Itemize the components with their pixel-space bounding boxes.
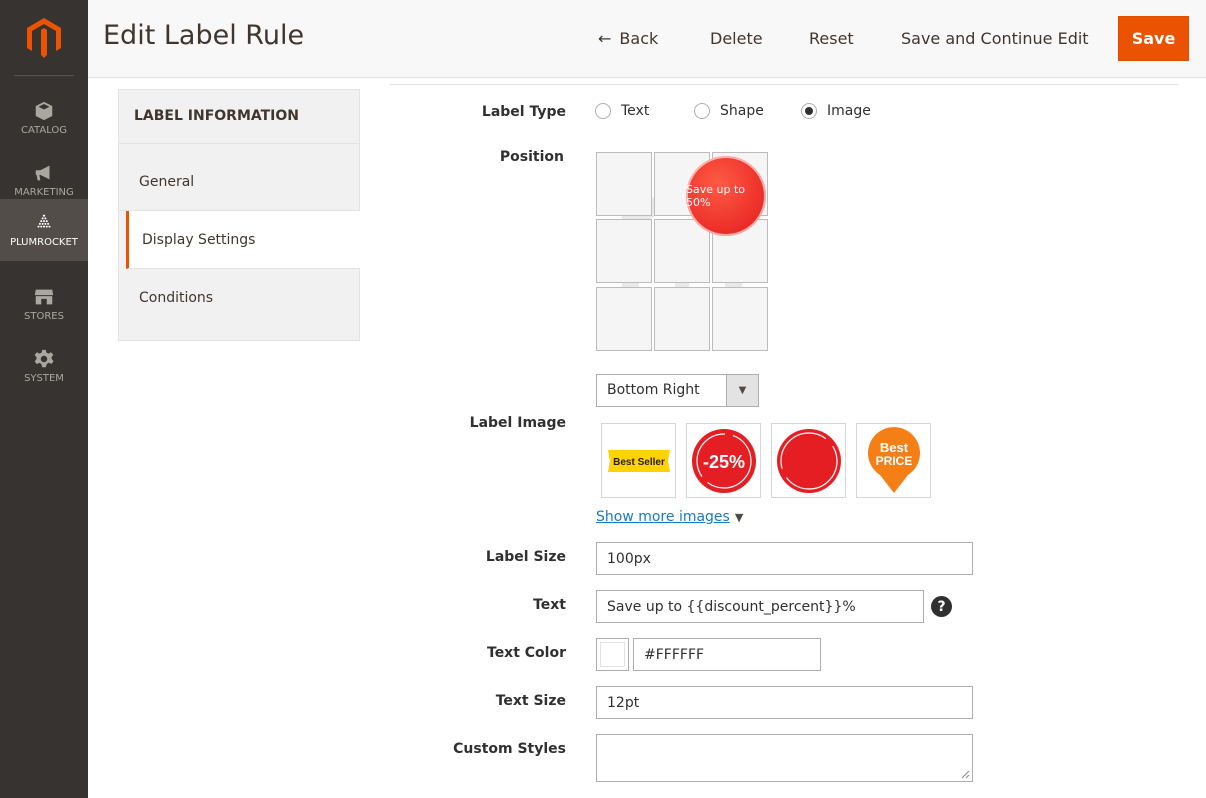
nav-item-catalog[interactable]: CATALOG <box>0 87 88 149</box>
nav-item-stores[interactable]: STORES <box>0 273 88 335</box>
radio-image-label: Image <box>827 103 871 119</box>
label-image-option-best-price[interactable]: Best PRICE <box>856 423 931 498</box>
label-text-input[interactable] <box>596 590 924 623</box>
admin-sidebar: CATALOG MARKETING PLUMROCKET STORES SYST… <box>0 0 88 798</box>
save-button[interactable]: Save <box>1118 16 1189 61</box>
custom-styles-label: Custom Styles <box>453 741 566 757</box>
label-image-option-minus-25[interactable]: -25% <box>686 423 761 498</box>
red-circle-image <box>776 428 841 493</box>
label-image-option-best-seller[interactable]: Best Seller <box>601 423 676 498</box>
tabs-title: LABEL INFORMATION <box>119 90 359 144</box>
magento-logo-icon <box>27 18 61 58</box>
position-select-value: Bottom Right <box>607 382 700 398</box>
minus-25-text: -25% <box>702 452 744 472</box>
plumrocket-icon <box>37 214 51 228</box>
text-size-label: Text Size <box>495 693 566 709</box>
magento-logo[interactable] <box>0 0 88 76</box>
position-select[interactable]: Bottom Right ▼ <box>596 374 759 407</box>
text-color-label: Text Color <box>487 645 566 661</box>
tab-conditions[interactable]: Conditions <box>119 269 359 327</box>
position-label: Position <box>499 149 564 165</box>
gear-icon <box>34 349 54 368</box>
radio-text[interactable]: Text <box>595 103 649 119</box>
best-price-line1: Best <box>879 440 908 455</box>
label-image-label: Label Image <box>469 415 566 431</box>
position-cell-bottom-right[interactable] <box>712 287 768 351</box>
show-more-images-link[interactable]: Show more images ▼ <box>596 509 743 525</box>
color-swatch-picker[interactable] <box>596 638 629 671</box>
chevron-down-icon: ▼ <box>726 375 758 406</box>
page-header: Edit Label Rule ← Back Delete Reset Save… <box>88 0 1206 78</box>
best-price-line2: PRICE <box>875 454 912 468</box>
best-seller-text: Best Seller <box>613 457 665 468</box>
megaphone-icon <box>35 165 50 181</box>
store-icon <box>34 289 54 305</box>
position-cell-bottom-left[interactable] <box>596 287 652 351</box>
arrow-left-icon: ← <box>598 28 612 48</box>
nav-label-catalog: CATALOG <box>20 125 68 136</box>
label-size-input[interactable] <box>596 542 973 575</box>
label-image-option-red-circle[interactable] <box>771 423 846 498</box>
page-title: Edit Label Rule <box>103 20 305 51</box>
radio-shape-label: Shape <box>720 103 764 119</box>
show-more-images-label: Show more images <box>596 509 730 525</box>
radio-image-circle[interactable] <box>801 103 817 119</box>
label-size-label: Label Size <box>485 549 566 565</box>
help-question-icon[interactable]: ? <box>931 596 952 617</box>
nav-label-marketing: MARKETING <box>14 187 74 198</box>
reset-button[interactable]: Reset <box>809 22 854 54</box>
position-cell-middle-center[interactable] <box>654 219 710 283</box>
text-size-input[interactable] <box>596 686 973 719</box>
best-price-image: Best PRICE <box>867 426 920 493</box>
back-button[interactable]: ← Back <box>598 22 658 54</box>
position-cell-middle-left[interactable] <box>596 219 652 283</box>
best-seller-image: Best Seller <box>607 449 670 472</box>
content-divider <box>390 84 1179 85</box>
triangle-down-icon: ▼ <box>734 511 744 524</box>
custom-styles-textarea[interactable] <box>596 734 973 782</box>
nav-label-plumrocket: PLUMROCKET <box>10 237 78 248</box>
color-swatch-fill <box>600 642 625 667</box>
nav-label-stores: STORES <box>24 311 64 322</box>
radio-text-circle[interactable] <box>595 103 611 119</box>
save-and-continue-button[interactable]: Save and Continue Edit <box>901 22 1089 54</box>
delete-button[interactable]: Delete <box>710 22 763 54</box>
position-cell-top-left[interactable] <box>596 152 652 216</box>
tab-display-settings[interactable]: Display Settings <box>126 211 360 269</box>
label-information-tabs: LABEL INFORMATION General Display Settin… <box>118 89 360 341</box>
nav-label-system: SYSTEM <box>24 373 64 384</box>
tab-general[interactable]: General <box>119 153 359 211</box>
text-label: Text <box>533 597 566 613</box>
label-type-label: Label Type <box>481 104 566 120</box>
label-preview-badge[interactable]: Save up to 50% <box>686 156 766 236</box>
resize-handle-icon[interactable] <box>961 770 970 779</box>
minus-25-percent-image: -25% <box>691 428 756 493</box>
position-cell-bottom-center[interactable] <box>654 287 710 351</box>
radio-image[interactable]: Image <box>801 103 871 119</box>
back-button-label: Back <box>619 28 659 48</box>
logo-divider <box>14 75 74 76</box>
label-preview-text: Save up to 50% <box>686 183 745 209</box>
catalog-icon <box>35 101 53 121</box>
radio-shape[interactable]: Shape <box>694 103 764 119</box>
radio-shape-circle[interactable] <box>694 103 710 119</box>
nav-item-plumrocket[interactable]: PLUMROCKET <box>0 199 88 261</box>
text-color-input[interactable] <box>633 638 821 671</box>
radio-text-label: Text <box>621 103 650 119</box>
nav-item-system[interactable]: SYSTEM <box>0 335 88 397</box>
